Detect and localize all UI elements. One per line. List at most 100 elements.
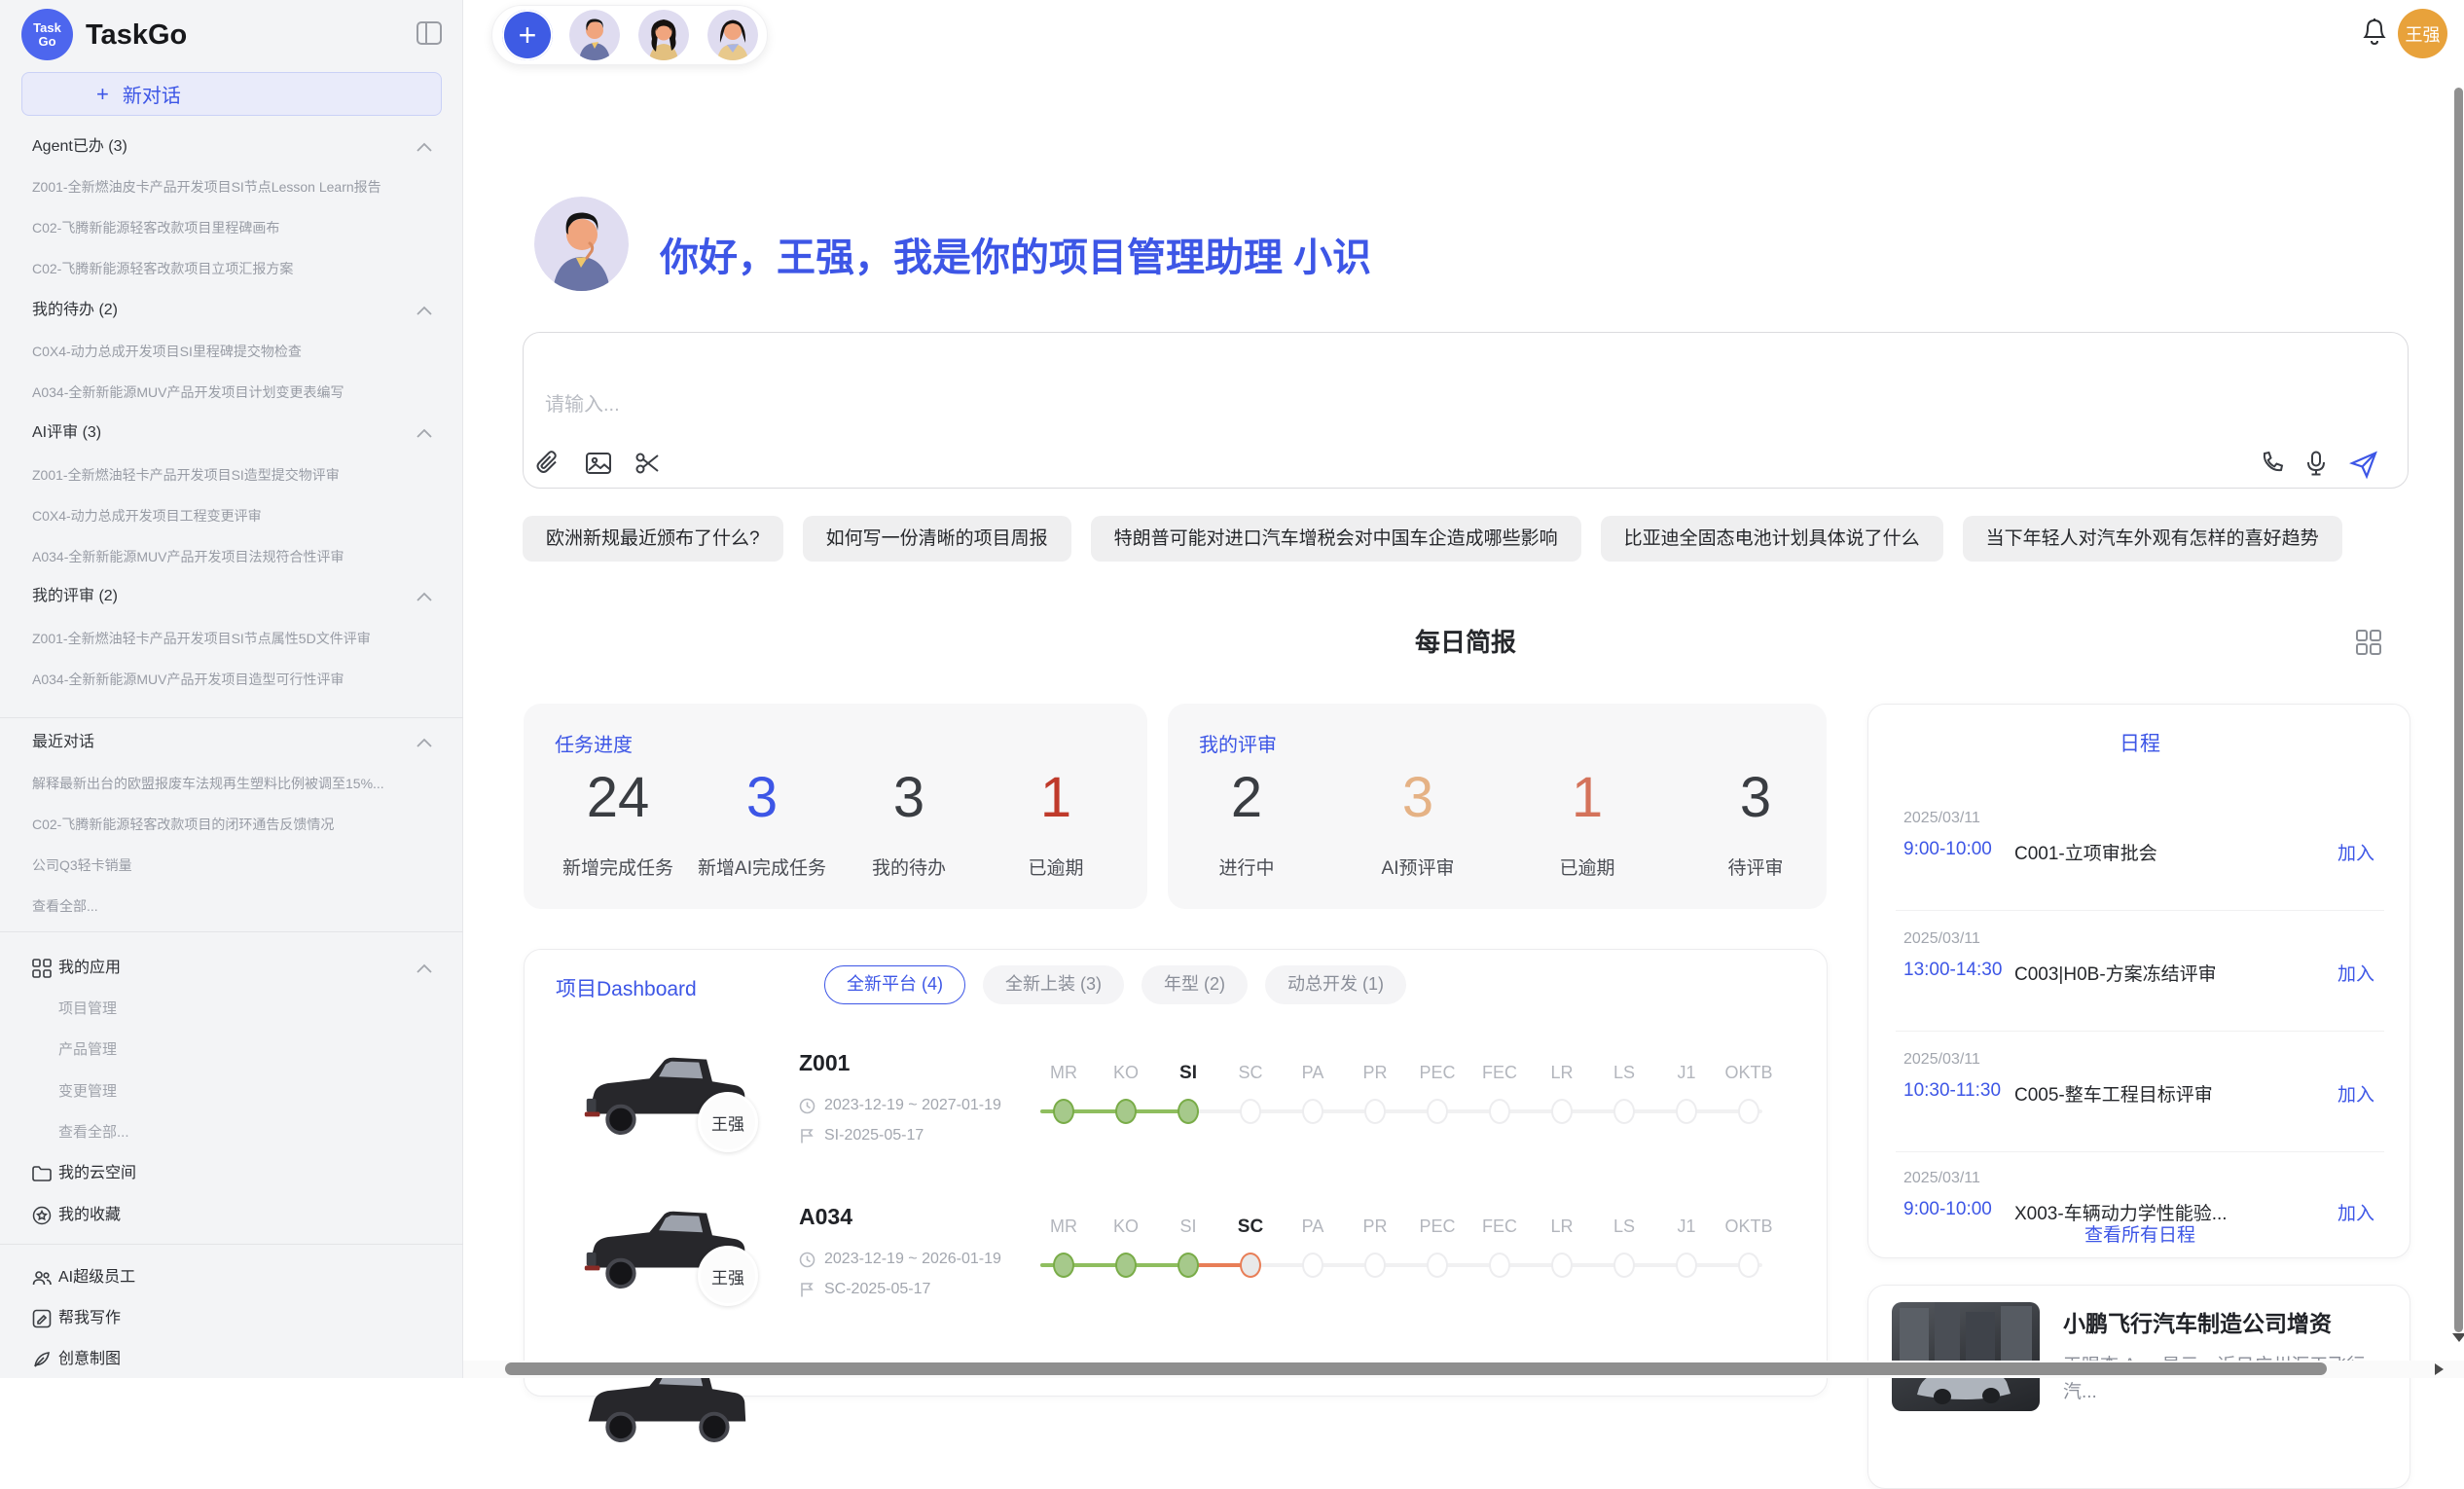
recent-chat-item[interactable]: 公司Q3轻卡销量: [32, 856, 441, 875]
stat-label: 新增AI完成任务: [679, 853, 845, 880]
milestone-dot: [1115, 1253, 1137, 1278]
sidebar-item-my-apps[interactable]: 我的应用: [58, 959, 121, 978]
milestone-dot: [1364, 1099, 1386, 1124]
sidebar-item[interactable]: C02-飞腾新能源轻客改款项目里程碑画布: [32, 219, 441, 237]
app-item-project-mgmt[interactable]: 项目管理: [58, 999, 117, 1018]
schedule-event: C005-整车工程目标评审: [2014, 1080, 2213, 1107]
sidebar-item[interactable]: C0X4-动力总成开发项目工程变更评审: [32, 507, 441, 526]
divider: [1896, 1151, 2384, 1152]
milestone-dot: [1427, 1253, 1448, 1278]
view-all-schedule-link[interactable]: 查看所有日程: [1868, 1220, 2411, 1247]
tab-model-year[interactable]: 年型 (2): [1141, 965, 1248, 1004]
news-card[interactable]: 小鹏飞行汽车制造公司增资 天眼查 App 显示，近日广州汇天飞行汽...: [1867, 1285, 2410, 1489]
sidebar-item[interactable]: A034-全新新能源MUV产品开发项目造型可行性评审: [32, 671, 441, 689]
scroll-right-arrow[interactable]: [2435, 1363, 2444, 1375]
section-my-review-title[interactable]: 我的评审 (2): [32, 587, 118, 606]
new-chat-button[interactable]: + 新对话: [21, 72, 442, 116]
project-name[interactable]: Z001: [799, 1050, 850, 1076]
session-avatar[interactable]: [638, 10, 689, 60]
stat-value: 3: [1335, 764, 1501, 832]
section-recent-chats-title[interactable]: 最近对话: [32, 733, 94, 752]
suggestion-chip[interactable]: 欧洲新规最近颁布了什么?: [523, 516, 783, 562]
milestone-label: FEC: [1468, 1217, 1531, 1237]
join-link[interactable]: 加入: [2337, 1080, 2374, 1107]
chevron-up-icon[interactable]: [417, 139, 432, 149]
sidebar-item[interactable]: Z001-全新燃油轻卡产品开发项目SI造型提交物评审: [32, 466, 441, 485]
attachment-icon[interactable]: [534, 450, 562, 477]
sidebar-item-creative-draw[interactable]: 创意制图: [58, 1350, 121, 1369]
sidebar-item-cloud-space[interactable]: 我的云空间: [58, 1164, 136, 1183]
session-avatar[interactable]: [569, 10, 620, 60]
phone-icon[interactable]: [2260, 450, 2287, 477]
stat-my-todo: 3 我的待办: [826, 764, 992, 880]
suggestion-chip[interactable]: 如何写一份清晰的项目周报: [803, 516, 1071, 562]
suggestion-chip[interactable]: 特朗普可能对进口汽车增税会对中国车企造成哪些影响: [1091, 516, 1581, 562]
section-agent-done-title[interactable]: Agent已办 (3): [32, 137, 127, 157]
tab-new-platform[interactable]: 全新平台 (4): [824, 965, 965, 1004]
sidebar-item-help-write[interactable]: 帮我写作: [58, 1309, 121, 1328]
my-review-card: 我的评审 2 进行中 3 AI预评审 1 已逾期 3 待评审: [1168, 704, 1827, 909]
section-ai-review-title[interactable]: AI评审 (3): [32, 423, 101, 443]
horizontal-scrollbar[interactable]: [505, 1362, 2327, 1375]
sidebar-item[interactable]: Z001-全新燃油轻卡产品开发项目SI节点属性5D文件评审: [32, 630, 441, 648]
sidebar-item[interactable]: A034-全新新能源MUV产品开发项目法规符合性评审: [32, 548, 441, 566]
sidebar-item-ai-employee[interactable]: AI超级员工: [58, 1268, 135, 1288]
logo-text-top: Task: [33, 21, 61, 35]
project-owner-badge: 王强: [698, 1246, 758, 1306]
recent-chat-item[interactable]: 解释最新出台的欧盟报废车法规再生塑料比例被调至15%...: [32, 775, 441, 793]
chevron-up-icon[interactable]: [417, 735, 432, 744]
suggestion-chip[interactable]: 当下年轻人对汽车外观有怎样的喜好趋势: [1963, 516, 2342, 562]
sidebar-collapse-icon[interactable]: [417, 21, 442, 45]
project-name[interactable]: A034: [799, 1204, 852, 1230]
scissors-icon[interactable]: [634, 450, 662, 477]
project-owner-badge: 王强: [698, 1092, 758, 1152]
image-icon[interactable]: [585, 450, 612, 477]
join-link[interactable]: 加入: [2337, 960, 2374, 986]
vertical-scrollbar[interactable]: [2454, 88, 2463, 1332]
sidebar-item[interactable]: C0X4-动力总成开发项目SI里程碑提交物检查: [32, 343, 441, 361]
project-date-range: 2023-12-19 ~ 2026-01-19: [824, 1251, 1001, 1268]
add-session-button[interactable]: +: [502, 10, 553, 60]
sidebar-item[interactable]: Z001-全新燃油皮卡产品开发项目SI节点Lesson Learn报告: [32, 178, 441, 197]
schedule-event: C001-立项审批会: [2014, 839, 2157, 865]
chevron-up-icon[interactable]: [417, 589, 432, 599]
sidebar-item[interactable]: C02-飞腾新能源轻客改款项目立项汇报方案: [32, 260, 441, 278]
session-avatar[interactable]: [707, 10, 758, 60]
milestone-dot: [1364, 1253, 1386, 1278]
section-my-todo-title[interactable]: 我的待办 (2): [32, 301, 118, 320]
chevron-up-icon[interactable]: [417, 425, 432, 435]
project-date-range: 2023-12-19 ~ 2027-01-19: [824, 1097, 1001, 1114]
scroll-down-arrow[interactable]: [2452, 1333, 2464, 1342]
sidebar-item[interactable]: A034-全新新能源MUV产品开发项目计划变更表编写: [32, 383, 441, 402]
layout-grid-icon[interactable]: [2355, 629, 2382, 656]
send-icon[interactable]: [2349, 450, 2379, 480]
chevron-up-icon[interactable]: [417, 961, 432, 970]
logo-text-bottom: Go: [38, 35, 55, 49]
chevron-up-icon[interactable]: [417, 303, 432, 312]
milestone-label: SC: [1219, 1217, 1282, 1238]
sidebar-item-favorites[interactable]: 我的收藏: [58, 1206, 121, 1225]
chat-input[interactable]: [545, 385, 1713, 424]
user-avatar[interactable]: 王强: [2398, 9, 2447, 58]
apps-view-all[interactable]: 查看全部...: [58, 1123, 129, 1142]
greeting-text: 你好，王强，我是你的项目管理助理 小识: [660, 234, 1371, 282]
tab-new-body[interactable]: 全新上装 (3): [983, 965, 1124, 1004]
milestone-label: KO: [1095, 1217, 1157, 1237]
tab-powertrain[interactable]: 动总开发 (1): [1265, 965, 1406, 1004]
divider: [0, 1244, 463, 1245]
notification-bell-icon[interactable]: [2361, 18, 2388, 47]
suggestion-chip[interactable]: 比亚迪全固态电池计划具体说了什么: [1601, 516, 1943, 562]
milestone-dot: [1738, 1099, 1759, 1124]
microphone-icon[interactable]: [2302, 450, 2330, 477]
project-flag: SI-2025-05-17: [799, 1127, 924, 1144]
app-item-product-mgmt[interactable]: 产品管理: [58, 1040, 117, 1059]
join-link[interactable]: 加入: [2337, 839, 2374, 865]
schedule-date: 2025/03/11: [1903, 1051, 1980, 1069]
app-item-change-mgmt[interactable]: 变更管理: [58, 1082, 117, 1101]
recent-chat-item[interactable]: C02-飞腾新能源轻客改款项目的闭环通告反馈情况: [32, 816, 441, 834]
milestone-label: LR: [1531, 1217, 1593, 1237]
owner-name: 王强: [711, 1264, 744, 1289]
recent-chats-view-all[interactable]: 查看全部...: [32, 897, 441, 916]
milestone-label: LS: [1593, 1217, 1655, 1237]
stat-value: 1: [1504, 764, 1670, 832]
